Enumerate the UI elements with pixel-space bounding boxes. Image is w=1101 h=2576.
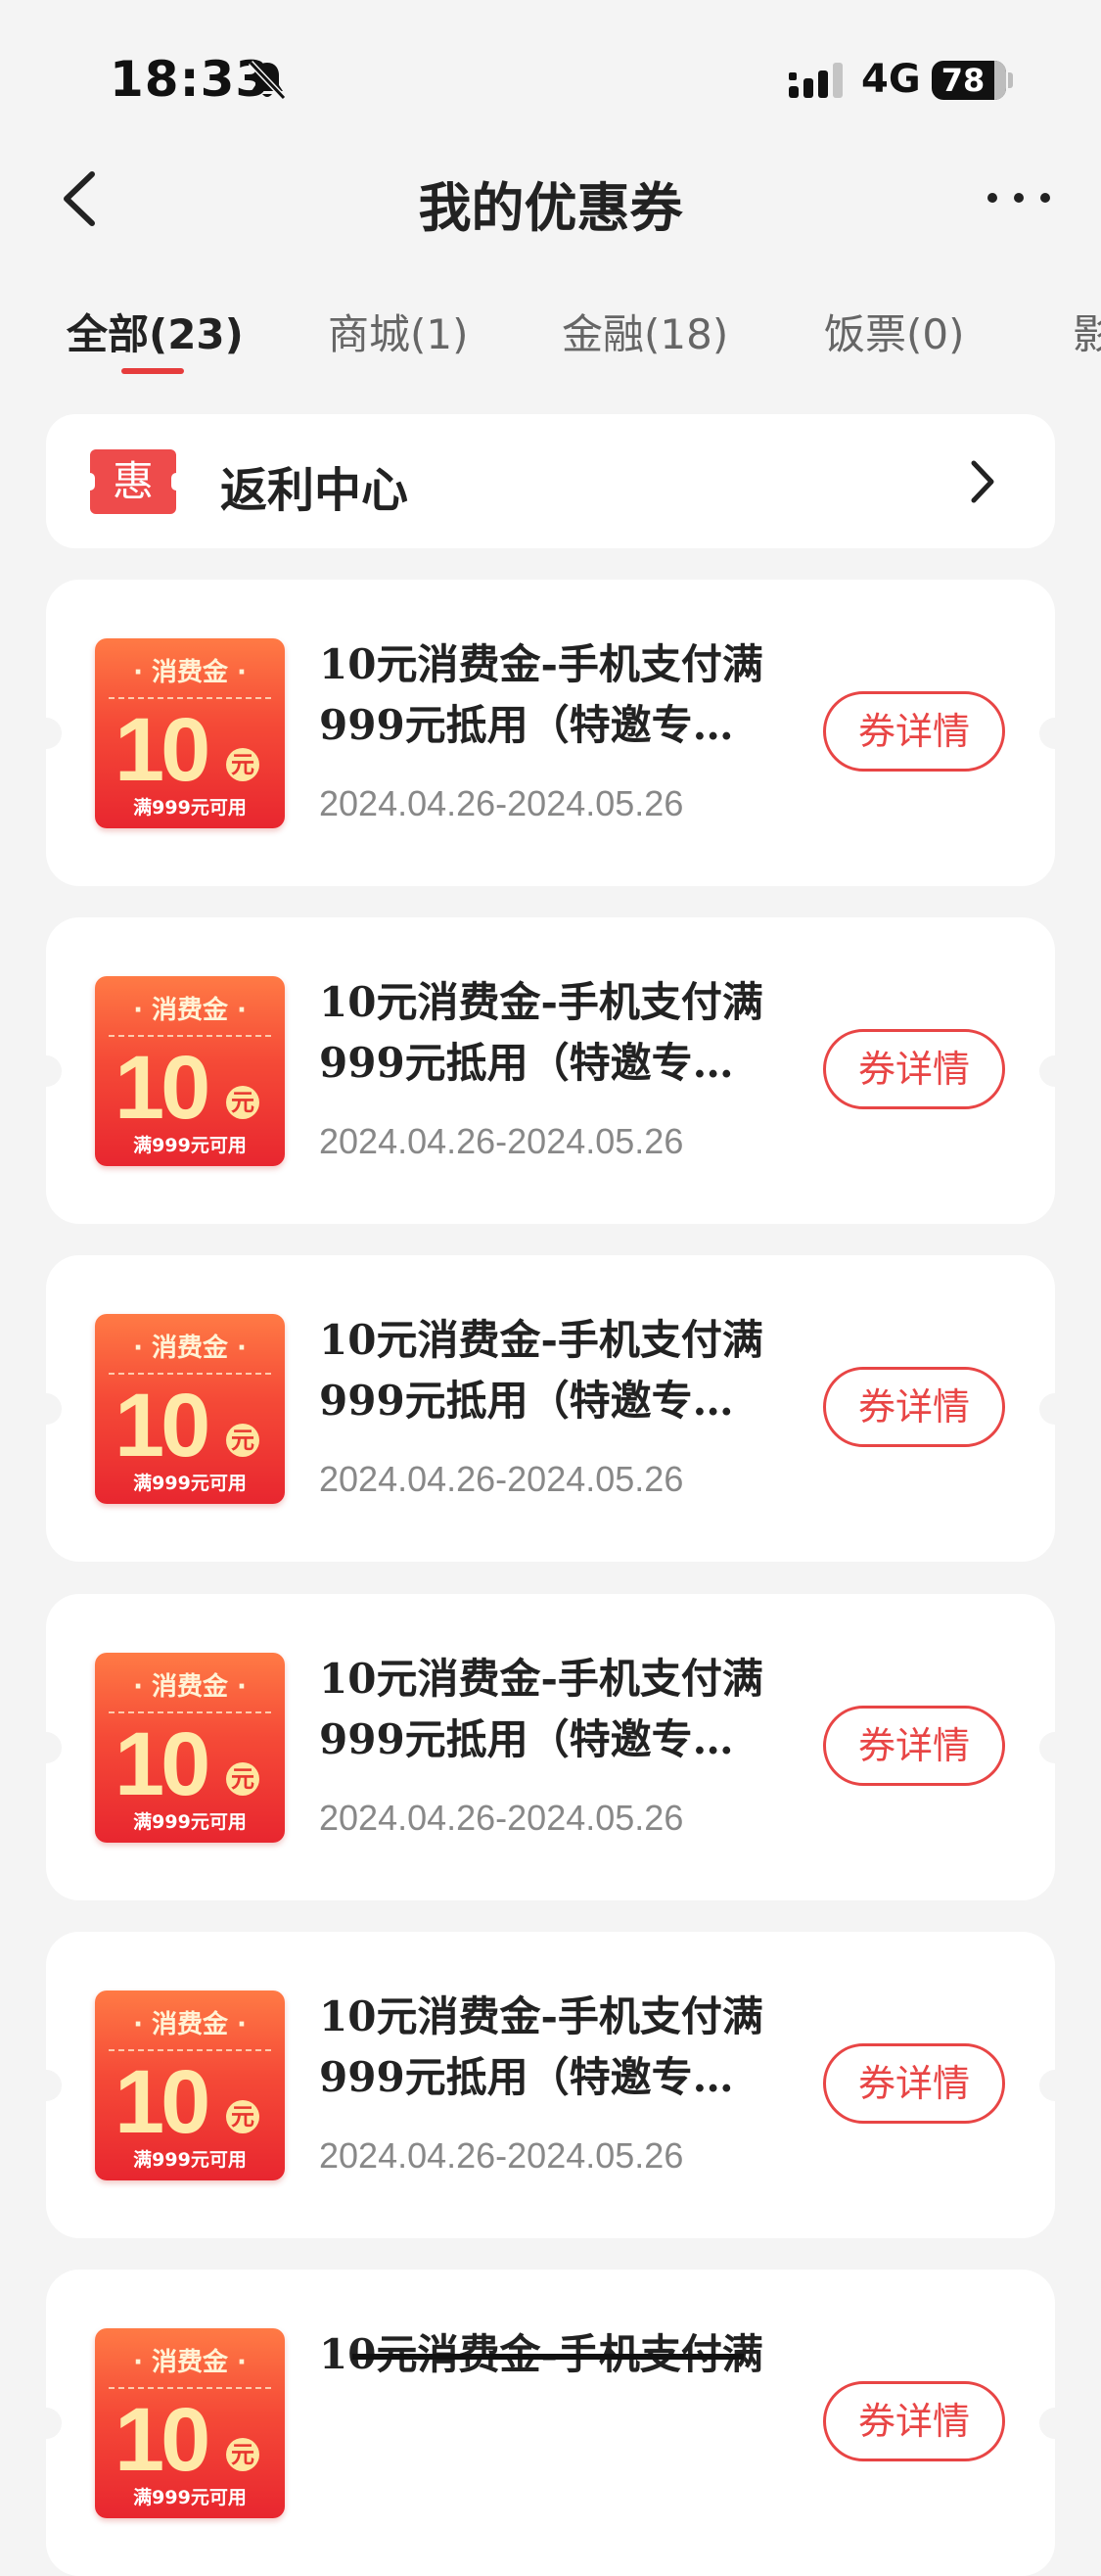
coupon-condition: 满999元可用 <box>133 1473 247 1494</box>
coupon-unit: 元 <box>226 1086 259 1119</box>
coupon-amount: 10 <box>115 2052 210 2152</box>
coupon-condition: 满999元可用 <box>133 1135 247 1156</box>
coupon-unit: 元 <box>226 2438 259 2471</box>
coupon-title: 10元消费金-手机支付满999元抵用（特邀专… <box>319 1655 763 1763</box>
coupon-type: · 消费金 · <box>133 1334 247 1363</box>
coupon-badge: · 消费金 · 10 元 满999元可用 <box>95 2328 285 2518</box>
coupon-validity: 2024.04.26-2024.05.26 <box>319 1459 684 1499</box>
coupon-title: 10元消费金-手机支付满999元抵用（特邀专… <box>319 640 763 749</box>
coupon-title: 10元消费金-手机支付满999元抵用（特邀专… <box>319 1316 763 1425</box>
chevron-right-icon <box>971 460 994 503</box>
coupon-amount: 10 <box>115 1714 210 1814</box>
coupon-badge: · 消费金 · 10 元 满999元可用 <box>95 1314 285 1504</box>
tab-mall[interactable]: 商城(1) <box>328 302 469 361</box>
coupon-card[interactable]: · 消费金 · 10 元 满999元可用 10元消费金-手机支付满999元抵用（… <box>30 1255 1071 1562</box>
tab-meal-ticket[interactable]: 饭票(0) <box>824 302 965 361</box>
coupon-amount: 10 <box>115 700 210 800</box>
coupon-detail-button[interactable]: 券详情 <box>823 2381 1005 2461</box>
coupon-amount: 10 <box>115 2390 210 2490</box>
coupon-detail-button[interactable]: 券详情 <box>823 1029 1005 1109</box>
coupon-type: · 消费金 · <box>133 658 247 687</box>
coupon-amount: 10 <box>115 1038 210 1138</box>
tab-finance[interactable]: 金融(18) <box>562 302 728 361</box>
battery-tip <box>1008 72 1013 88</box>
coupon-detail-button[interactable]: 券详情 <box>823 691 1005 772</box>
coupon-title: 10元消费金-手机支付满999元抵用（特邀专… <box>319 978 763 1087</box>
page-title: 我的优惠券 <box>418 177 683 239</box>
coupon-detail-button[interactable]: 券详情 <box>823 2043 1005 2124</box>
coupon-unit: 元 <box>226 748 259 781</box>
coupon-badge: · 消费金 · 10 元 满999元可用 <box>95 1991 285 2180</box>
coupon-unit: 元 <box>226 1762 259 1796</box>
battery-icon: 78 <box>932 61 1006 100</box>
coupon-badge: · 消费金 · 10 元 满999元可用 <box>95 976 285 1166</box>
rebate-center-label: 返利中心 <box>220 463 409 518</box>
signal-icon <box>789 63 843 98</box>
coupon-amount: 10 <box>115 1376 210 1475</box>
coupon-title: 10元消费金-手机支付满999元抵用（特邀专… <box>319 1992 763 2101</box>
coupon-unit: 元 <box>226 2100 259 2133</box>
coupon-validity: 2024.04.26-2024.05.26 <box>319 1798 684 1838</box>
coupon-card[interactable]: · 消费金 · 10 元 满999元可用 10元消费金-手机支付满999元抵用（… <box>30 1932 1071 2238</box>
coupon-type: · 消费金 · <box>133 1672 247 1702</box>
coupon-validity: 2024.04.26-2024.05.26 <box>319 783 684 823</box>
bell-muted-icon <box>248 60 287 101</box>
coupon-condition: 满999元可用 <box>133 2149 247 2171</box>
coupon-condition: 满999元可用 <box>133 1811 247 1833</box>
coupon-card[interactable]: · 消费金 · 10 元 满999元可用 10元消费金-手机支付满 券详情 <box>30 2270 1071 2576</box>
more-options-icon[interactable] <box>985 176 1053 219</box>
tab-movie[interactable]: 影 <box>1073 302 1101 361</box>
coupon-type: · 消费金 · <box>133 996 247 1025</box>
coupon-condition: 满999元可用 <box>133 797 247 819</box>
coupon-card[interactable]: · 消费金 · 10 元 满999元可用 10元消费金-手机支付满999元抵用（… <box>30 917 1071 1224</box>
status-bar: 18:33 4G 78 <box>0 0 1101 147</box>
coupon-validity: 2024.04.26-2024.05.26 <box>319 2135 684 2176</box>
active-tab-indicator <box>121 368 184 374</box>
coupon-type: · 消费金 · <box>133 2348 247 2377</box>
coupon-card[interactable]: · 消费金 · 10 元 满999元可用 10元消费金-手机支付满999元抵用（… <box>30 1594 1071 1900</box>
discount-badge-icon: 惠 <box>85 449 181 514</box>
tab-all[interactable]: 全部(23) <box>67 302 244 361</box>
coupon-badge: · 消费金 · 10 元 满999元可用 <box>95 638 285 828</box>
coupon-type: · 消费金 · <box>133 2010 247 2039</box>
coupon-card[interactable]: · 消费金 · 10 元 满999元可用 10元消费金-手机支付满999元抵用（… <box>30 580 1071 886</box>
network-type: 4G <box>861 57 921 102</box>
coupon-condition: 满999元可用 <box>133 2487 247 2508</box>
coupon-unit: 元 <box>226 1424 259 1457</box>
coupon-badge: · 消费金 · 10 元 满999元可用 <box>95 1653 285 1843</box>
battery-level: 78 <box>940 62 986 99</box>
coupon-validity: 2024.04.26-2024.05.26 <box>319 1121 684 1161</box>
rebate-center-entry[interactable]: 惠 返利中心 <box>46 414 1055 548</box>
strike-line <box>352 2354 744 2360</box>
coupon-detail-button[interactable]: 券详情 <box>823 1706 1005 1786</box>
coupon-detail-button[interactable]: 券详情 <box>823 1367 1005 1447</box>
